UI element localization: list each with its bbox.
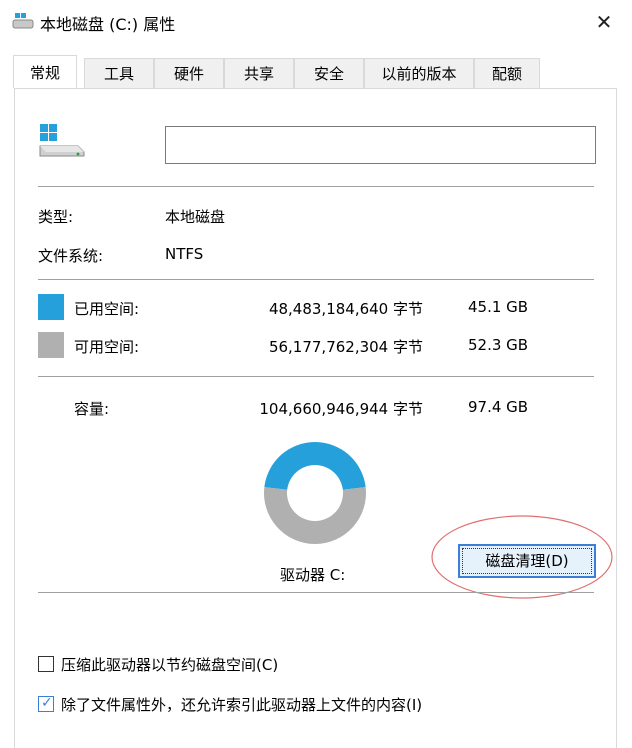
used-space-size: 45.1 GB [468,298,529,316]
used-space-label: 已用空间: [74,300,140,318]
tab-quota[interactable]: 配额 [474,58,540,88]
divider [38,376,594,377]
tab-previous-versions[interactable]: 以前的版本 [364,58,474,88]
disk-cleanup-button[interactable]: 磁盘清理(D) [458,544,596,578]
free-space-label: 可用空间: [74,338,140,356]
compress-checkbox[interactable] [38,656,54,672]
used-space-slice [264,441,366,490]
divider [38,279,594,280]
used-space-swatch [38,294,64,320]
disk-usage-donut-chart [264,441,366,544]
capacity-bytes: 104,660,946,944 字节 [259,400,423,418]
hard-drive-icon [39,124,85,157]
tab-security[interactable]: 安全 [294,58,364,88]
window-title: 本地磁盘 (C:) 属性 [40,15,176,34]
index-label[interactable]: 除了文件属性外，还允许索引此驱动器上文件的内容(I) [61,694,422,715]
compress-label[interactable]: 压缩此驱动器以节约磁盘空间(C) [61,654,278,675]
divider [38,592,594,593]
drive-letter-label: 驱动器 C: [280,566,346,584]
type-label: 类型: [38,208,74,226]
index-checkbox[interactable]: ✓ [38,695,54,712]
close-icon: ✕ [595,10,613,34]
capacity-size: 97.4 GB [468,398,529,416]
type-value: 本地磁盘 [165,208,226,226]
tab-tools[interactable]: 工具 [84,58,154,88]
filesystem-value: NTFS [165,245,204,263]
title-bar: 本地磁盘 (C:) 属性 ✕ [0,0,632,44]
checkmark-icon: ✓ [41,695,53,711]
drive-icon [12,13,34,29]
drive-name-input[interactable] [165,126,596,164]
free-space-bytes: 56,177,762,304 字节 [268,338,423,356]
divider [38,186,594,187]
close-button[interactable]: ✕ [590,8,618,36]
tab-sharing[interactable]: 共享 [224,58,294,88]
tab-hardware[interactable]: 硬件 [154,58,224,88]
free-space-slice [264,487,366,544]
free-space-size: 52.3 GB [468,336,529,354]
filesystem-label: 文件系统: [38,247,104,265]
free-space-swatch [38,332,64,358]
tab-general[interactable]: 常规 [13,55,77,88]
used-space-bytes: 48,483,184,640 字节 [268,300,423,318]
capacity-label: 容量: [74,400,110,418]
